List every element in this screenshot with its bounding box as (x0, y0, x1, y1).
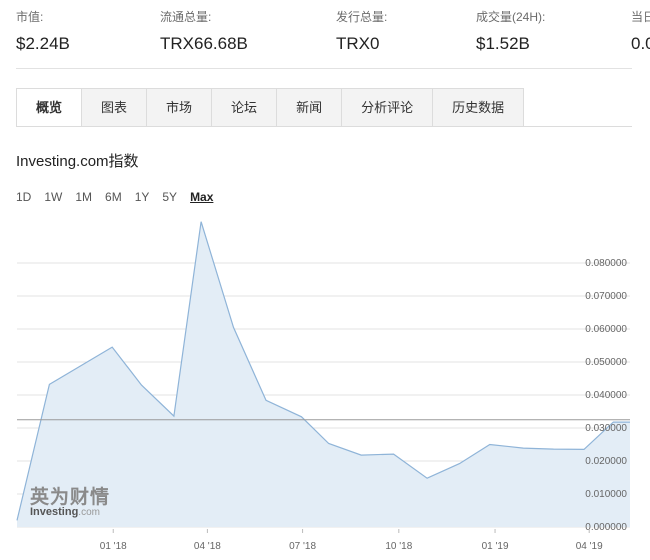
y-tick-label: 0.080000 (585, 258, 627, 269)
watermark-en-suffix: .com (78, 507, 100, 518)
x-tick-label: 01 '19 (482, 541, 509, 552)
x-tick-label: 07 '18 (289, 541, 316, 552)
x-tick-label: 04 '19 (576, 541, 603, 552)
y-tick-label: 0.030000 (585, 423, 627, 434)
y-tick-label: 0.060000 (585, 324, 627, 335)
watermark-en: Investing.com (30, 506, 110, 518)
y-tick-label: 0.010000 (585, 489, 627, 500)
x-axis-ticks: 01 '18 04 '18 07 '18 10 '18 01 '19 04 '19 (100, 529, 603, 552)
x-tick-label: 01 '18 (100, 541, 127, 552)
x-tick-label: 04 '18 (194, 541, 221, 552)
y-tick-label: 0.070000 (585, 291, 627, 302)
y-tick-label: 0.000000 (585, 522, 627, 533)
y-tick-label: 0.040000 (585, 390, 627, 401)
y-tick-label: 0.050000 (585, 357, 627, 368)
y-tick-label: 0.020000 (585, 456, 627, 467)
watermark-cn: 英为财情 (30, 486, 111, 508)
watermark-en-name: Investing (30, 506, 79, 518)
y-axis-ticks: 0.000000 0.010000 0.020000 0.030000 0.040000… (585, 258, 627, 533)
x-tick-label: 10 '18 (385, 541, 412, 552)
investing-watermark-logo: 英为财情 Investing.com (30, 482, 110, 518)
price-chart[interactable]: 0.000000 0.010000 0.020000 0.030000 0.040000… (0, 0, 650, 560)
